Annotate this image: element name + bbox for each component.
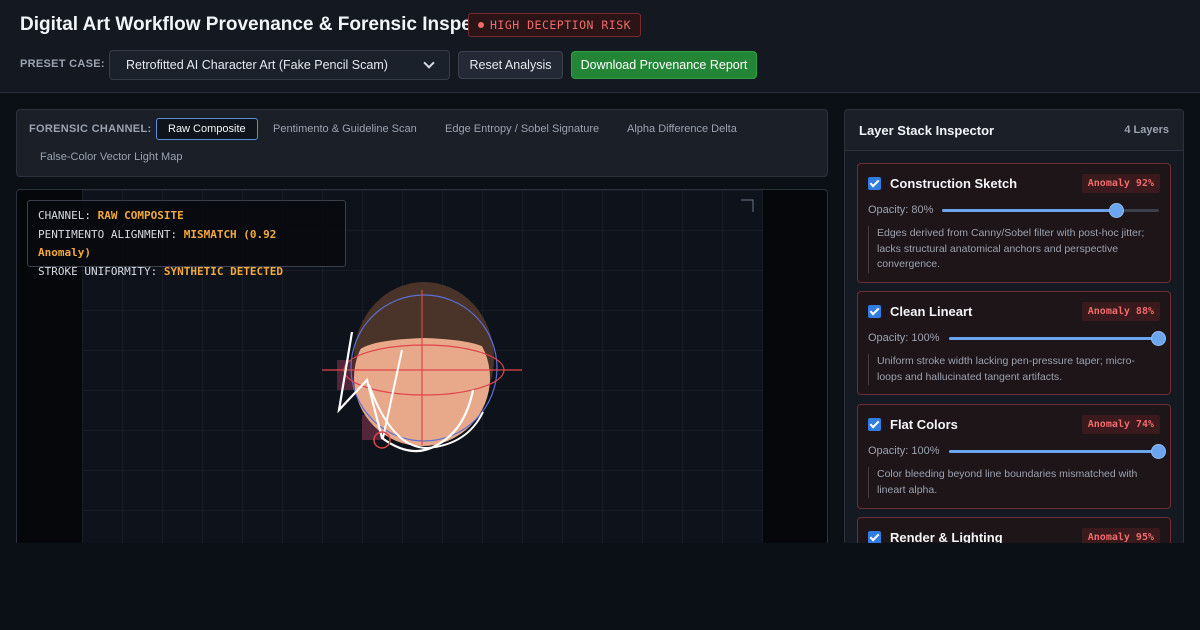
- layer-card-flat-colors: Flat Colors Anomaly 74% Opacity: 100% Co…: [857, 404, 1171, 509]
- hud-channel-value: RAW COMPOSITE: [97, 209, 184, 222]
- layer-visibility-checkbox[interactable]: [868, 305, 881, 318]
- layer-forensic-note: Edges derived from Canny/Sobel filter wi…: [868, 226, 1160, 273]
- layer-visibility-checkbox[interactable]: [868, 418, 881, 431]
- risk-badge-label: HIGH DECEPTION RISK: [490, 18, 632, 32]
- hud-channel-key: CHANNEL:: [38, 209, 91, 222]
- layer-card-clean-lineart: Clean Lineart Anomaly 88% Opacity: 100% …: [857, 291, 1171, 395]
- layer-forensic-note: Uniform stroke width lacking pen-pressur…: [868, 354, 1160, 385]
- opacity-label: Opacity: 80%: [868, 204, 934, 216]
- opacity-slider-thumb[interactable]: [1108, 203, 1124, 218]
- opacity-slider-fill: [942, 209, 1116, 212]
- tab-alpha-delta[interactable]: Alpha Difference Delta: [616, 118, 748, 140]
- opacity-slider-fill: [949, 337, 1159, 340]
- preset-case-value: Retrofitted AI Character Art (Fake Penci…: [126, 58, 388, 72]
- layer-card-construction-sketch: Construction Sketch Anomaly 92% Opacity:…: [857, 163, 1171, 283]
- opacity-slider-thumb[interactable]: [1151, 444, 1166, 459]
- preset-label: PRESET CASE:: [20, 58, 105, 70]
- layer-name: Clean Lineart: [890, 304, 973, 319]
- analysis-hud: CHANNEL: RAW COMPOSITE PENTIMENTO ALIGNM…: [27, 200, 346, 278]
- hud-stroke-value: SYNTHETIC DETECTED: [163, 264, 284, 278]
- tab-false-color-map[interactable]: False-Color Vector Light Map: [29, 146, 193, 168]
- tab-pentimento-scan[interactable]: Pentimento & Guideline Scan: [262, 118, 428, 140]
- opacity-label: Opacity: 100%: [868, 332, 940, 344]
- tab-raw-composite[interactable]: Raw Composite: [156, 118, 258, 140]
- risk-badge: HIGH DECEPTION RISK: [468, 13, 642, 37]
- opacity-slider-fill: [949, 450, 1159, 453]
- opacity-slider[interactable]: [949, 331, 1166, 346]
- hud-stroke-row: STROKE UNIFORMITY: SYNTHETIC DETECTED: [38, 263, 335, 282]
- layer-panel-title: Layer Stack Inspector: [859, 123, 995, 138]
- app-title: Digital Art Workflow Provenance & Forens…: [20, 14, 508, 35]
- hud-alignment-row: PENTIMENTO ALIGNMENT: MISMATCH (0.92 Ano…: [38, 226, 335, 263]
- download-report-button[interactable]: Download Provenance Report: [571, 51, 757, 79]
- reset-analysis-button[interactable]: Reset Analysis: [458, 51, 563, 79]
- chevron-down-icon: [423, 57, 435, 69]
- preset-case-select[interactable]: Retrofitted AI Character Art (Fake Penci…: [109, 50, 450, 80]
- artwork-canvas[interactable]: CHANNEL: RAW COMPOSITE PENTIMENTO ALIGNM…: [16, 189, 828, 549]
- layer-panel-header: Layer Stack Inspector 4 Layers: [845, 110, 1183, 151]
- hud-alignment-key: PENTIMENTO ALIGNMENT:: [38, 227, 178, 241]
- anomaly-badge: Anomaly 74%: [1081, 415, 1160, 434]
- anomaly-badge: Anomaly 92%: [1081, 174, 1160, 193]
- layer-name: Construction Sketch: [890, 176, 1018, 191]
- opacity-slider[interactable]: [949, 444, 1166, 459]
- page-footer-space: [0, 543, 1200, 630]
- alert-dot-icon: [478, 22, 484, 28]
- forensic-channel-bar: FORENSIC CHANNEL: Raw Composite Pentimen…: [16, 109, 828, 177]
- opacity-label: Opacity: 100%: [868, 445, 940, 457]
- layer-name: Flat Colors: [890, 417, 958, 432]
- hud-channel-row: CHANNEL: RAW COMPOSITE: [38, 207, 335, 226]
- layer-forensic-note: Color bleeding beyond line boundaries mi…: [868, 467, 1160, 498]
- anomaly-badge: Anomaly 88%: [1081, 302, 1160, 321]
- app-header: Digital Art Workflow Provenance & Forens…: [0, 0, 1200, 93]
- tab-edge-entropy[interactable]: Edge Entropy / Sobel Signature: [434, 118, 610, 140]
- hud-stroke-key: STROKE UNIFORMITY:: [38, 264, 158, 278]
- opacity-slider-thumb[interactable]: [1151, 331, 1166, 346]
- layer-visibility-checkbox[interactable]: [868, 177, 881, 190]
- opacity-slider[interactable]: [942, 203, 1159, 218]
- channel-label: FORENSIC CHANNEL:: [29, 123, 152, 135]
- layer-count: 4 Layers: [1124, 124, 1169, 136]
- layer-stack-panel: Layer Stack Inspector 4 Layers Construct…: [844, 109, 1184, 559]
